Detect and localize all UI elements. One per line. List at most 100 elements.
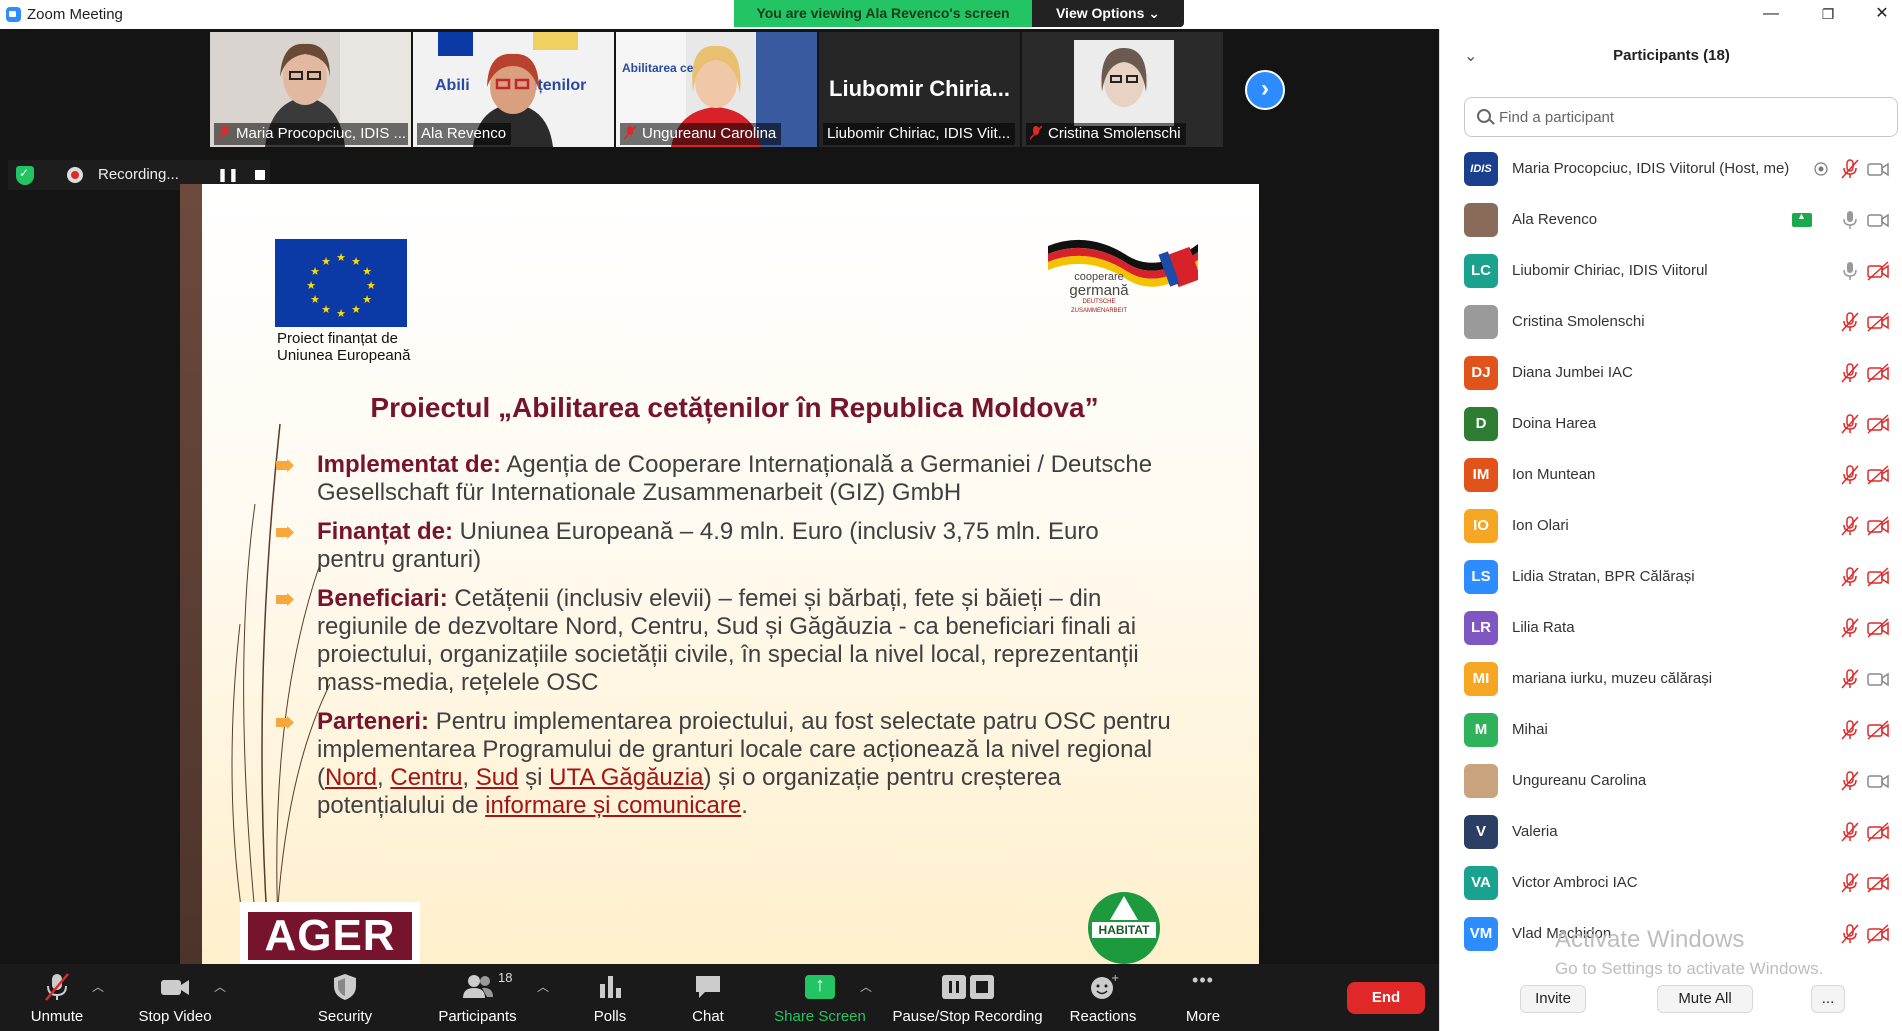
- avatar: LC: [1464, 254, 1498, 288]
- audio-options-caret-icon[interactable]: ︿: [92, 978, 104, 995]
- video-thumbnail[interactable]: Cristina Smolenschi: [1022, 32, 1223, 147]
- muted-mic-icon[interactable]: [1839, 669, 1861, 689]
- video-thumbnail[interactable]: Maria Procopciuc, IDIS ...: [210, 32, 411, 147]
- video-off-icon[interactable]: [1867, 720, 1889, 740]
- link-nord[interactable]: Nord: [325, 764, 377, 791]
- end-meeting-button[interactable]: End: [1347, 982, 1425, 1014]
- svg-text:★: ★: [362, 293, 372, 306]
- participant-row[interactable]: Ungureanu Carolina: [1440, 756, 1902, 807]
- link-centru[interactable]: Centru: [390, 764, 462, 791]
- participants-button[interactable]: Participants 18: [430, 964, 525, 1031]
- link-uta-gagauzia[interactable]: UTA Găgăuzia: [549, 764, 703, 791]
- video-off-icon[interactable]: [1867, 567, 1889, 587]
- muted-mic-icon[interactable]: [1839, 873, 1861, 893]
- security-button[interactable]: Security: [305, 964, 385, 1031]
- avatar: D: [1464, 407, 1498, 441]
- more-button[interactable]: ••• More: [1170, 964, 1236, 1031]
- muted-mic-icon[interactable]: [1839, 414, 1861, 434]
- participant-row[interactable]: V Valeria: [1440, 807, 1902, 858]
- participant-row[interactable]: D Doina Harea: [1440, 399, 1902, 450]
- video-camera-icon[interactable]: [1867, 771, 1889, 791]
- share-screen-button[interactable]: Share Screen: [770, 964, 870, 1031]
- participant-search[interactable]: [1464, 97, 1898, 137]
- bullet-finantat: Finanțat de: Uniunea Europeană – 4.9 mln…: [276, 518, 1171, 574]
- pause-stop-recording-button[interactable]: Pause/Stop Recording: [890, 964, 1045, 1031]
- video-camera-icon[interactable]: [1867, 669, 1889, 689]
- video-off-icon[interactable]: [1867, 516, 1889, 536]
- participant-row[interactable]: MI mariana iurku, muzeu călărași: [1440, 654, 1902, 705]
- close-button[interactable]: ✕: [1862, 3, 1902, 25]
- participants-options-caret-icon[interactable]: ︿: [537, 978, 549, 995]
- video-off-icon[interactable]: [1867, 822, 1889, 842]
- svg-text:★: ★: [336, 307, 346, 320]
- video-thumbnail[interactable]: Abilitarea ceț Ungureanu Carolina: [616, 32, 817, 147]
- link-sud[interactable]: Sud: [476, 764, 519, 791]
- thumbnail-name: Ungureanu Carolina: [620, 123, 782, 145]
- video-camera-icon[interactable]: [1867, 159, 1889, 179]
- video-off-icon[interactable]: [1867, 465, 1889, 485]
- video-off-icon[interactable]: [1867, 618, 1889, 638]
- avatar: DJ: [1464, 356, 1498, 390]
- video-off-icon[interactable]: [1867, 873, 1889, 893]
- muted-mic-icon[interactable]: [1839, 312, 1861, 332]
- participant-name: Mihai: [1512, 721, 1548, 738]
- svg-text:★: ★: [310, 293, 320, 306]
- video-off-icon[interactable]: [1867, 312, 1889, 332]
- video-options-caret-icon[interactable]: ︿: [214, 978, 226, 995]
- video-off-icon[interactable]: [1867, 261, 1889, 281]
- video-camera-icon[interactable]: [1867, 210, 1889, 230]
- participant-row[interactable]: IDIS Maria Procopciuc, IDIS Viitorul (Hos…: [1440, 144, 1902, 195]
- video-thumbnail-active-speaker[interactable]: Abili ițenilor Ala Revenco: [413, 32, 614, 147]
- participant-row[interactable]: VA Victor Ambroci IAC: [1440, 858, 1902, 909]
- german-cooperation-logo: cooperare germană DEUTSCHE ZUSAMMENARBEI…: [1048, 234, 1202, 320]
- video-off-icon[interactable]: [1867, 924, 1889, 944]
- muted-mic-icon[interactable]: [1839, 924, 1861, 944]
- muted-mic-icon[interactable]: [1839, 516, 1861, 536]
- muted-mic-icon[interactable]: [1839, 771, 1861, 791]
- next-page-arrow-icon[interactable]: ›: [1245, 70, 1285, 110]
- participant-name: Ion Olari: [1512, 517, 1569, 534]
- minimize-button[interactable]: —: [1751, 3, 1791, 25]
- participant-row[interactable]: IM Ion Muntean: [1440, 450, 1902, 501]
- participant-row[interactable]: LR Lilia Rata: [1440, 603, 1902, 654]
- search-input[interactable]: [1499, 106, 1879, 128]
- participant-row[interactable]: Cristina Smolenschi: [1440, 297, 1902, 348]
- smiley-face-icon: +: [1091, 973, 1119, 999]
- share-options-caret-icon[interactable]: ︿: [860, 978, 872, 995]
- stop-video-button[interactable]: Stop Video: [130, 964, 220, 1031]
- viewing-screen-banner: You are viewing Ala Revenco's screen: [734, 0, 1032, 27]
- participant-row[interactable]: Ala Revenco: [1440, 195, 1902, 246]
- muted-mic-icon[interactable]: [1839, 363, 1861, 383]
- participant-row[interactable]: LS Lidia Stratan, BPR Călărași: [1440, 552, 1902, 603]
- participant-row[interactable]: LC Liubomir Chiriac, IDIS Viitorul: [1440, 246, 1902, 297]
- link-informare-comunicare[interactable]: informare și comunicare: [485, 792, 741, 819]
- participant-row[interactable]: M Mihai: [1440, 705, 1902, 756]
- invite-button[interactable]: Invite: [1520, 985, 1586, 1013]
- avatar: MI: [1464, 662, 1498, 696]
- panel-footer: Invite Mute All ...: [1440, 985, 1902, 1031]
- mic-icon[interactable]: [1839, 210, 1861, 230]
- maximize-button[interactable]: ❐: [1808, 3, 1848, 25]
- sharing-screen-icon: [1792, 210, 1814, 230]
- video-off-icon[interactable]: [1867, 363, 1889, 383]
- participant-row[interactable]: IO Ion Olari: [1440, 501, 1902, 552]
- video-thumbnail-no-video[interactable]: Liubomir Chiria... Liubomir Chiriac, IDI…: [819, 32, 1020, 147]
- polls-button[interactable]: Polls: [575, 964, 645, 1031]
- muted-mic-icon[interactable]: [1839, 465, 1861, 485]
- mic-icon[interactable]: [1839, 261, 1861, 281]
- ager-logo: AGER: [240, 902, 420, 964]
- muted-mic-icon[interactable]: [1839, 720, 1861, 740]
- participant-row[interactable]: DJ Diana Jumbei IAC: [1440, 348, 1902, 399]
- muted-mic-icon[interactable]: [1839, 567, 1861, 587]
- reactions-button[interactable]: + Reactions: [1065, 964, 1141, 1031]
- encryption-shield-icon[interactable]: [16, 166, 34, 185]
- mute-all-button[interactable]: Mute All: [1657, 985, 1753, 1013]
- chat-button[interactable]: Chat: [673, 964, 743, 1031]
- muted-mic-icon[interactable]: [1839, 618, 1861, 638]
- video-off-icon[interactable]: [1867, 414, 1889, 434]
- view-options-button[interactable]: View Options ⌄: [1032, 0, 1184, 27]
- panel-more-button[interactable]: ...: [1811, 985, 1845, 1013]
- muted-mic-icon[interactable]: [1839, 822, 1861, 842]
- unmute-button[interactable]: Unmute: [16, 964, 98, 1031]
- muted-mic-icon[interactable]: [1839, 159, 1861, 179]
